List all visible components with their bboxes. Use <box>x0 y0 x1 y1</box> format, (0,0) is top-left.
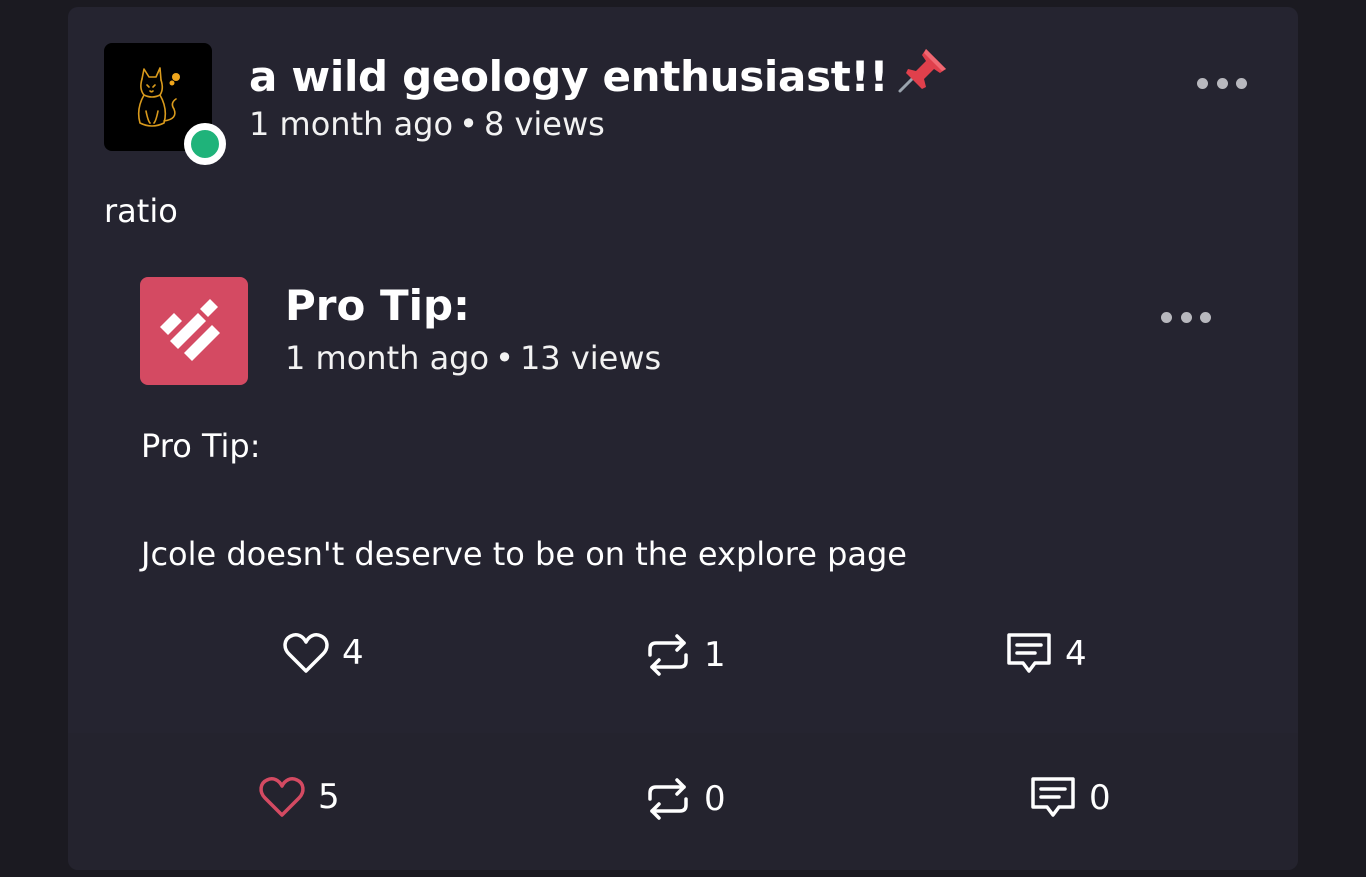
online-status-indicator <box>184 123 226 165</box>
slashes-logo-icon <box>160 299 220 361</box>
more-dot-icon <box>1200 311 1211 323</box>
more-dot-icon <box>1180 311 1192 323</box>
post-body-text: ratio <box>104 192 178 230</box>
quoted-repost-button[interactable]: 1 <box>644 631 726 679</box>
quoted-post-time: 1 month ago <box>285 339 490 377</box>
quoted-post-meta: 1 month ago • 13 views <box>285 339 661 377</box>
post-time: 1 month ago <box>249 105 454 143</box>
comment-icon <box>1031 777 1075 817</box>
like-count: 5 <box>318 777 340 817</box>
quoted-post-more-options-button[interactable] <box>1161 307 1211 327</box>
quoted-repost-count: 1 <box>704 635 726 675</box>
post-card: a wild geology enthusiast!! 1 month ago •… <box>68 7 1298 870</box>
more-dot-icon <box>1161 311 1172 323</box>
quoted-comment-count: 4 <box>1065 634 1087 674</box>
repost-icon <box>648 778 688 820</box>
quoted-post-views: 13 views <box>519 339 662 377</box>
post-author-name[interactable]: a wild geology enthusiast!! <box>249 45 950 105</box>
comment-button[interactable]: 0 <box>1029 775 1111 821</box>
more-dot-icon <box>1236 77 1247 89</box>
meta-separator: • <box>459 105 478 143</box>
repost-button[interactable]: 0 <box>644 775 726 823</box>
quoted-post-body-line1: Pro Tip: <box>141 427 261 465</box>
cat-doodle-icon <box>137 67 180 127</box>
post-views: 8 views <box>483 105 605 143</box>
comment-icon <box>1007 633 1051 673</box>
repost-icon <box>648 634 688 676</box>
quoted-author-avatar[interactable] <box>140 277 248 385</box>
quoted-comment-button[interactable]: 4 <box>1005 631 1087 677</box>
quoted-post-body-line2: Jcole doesn't deserve to be on the explo… <box>141 535 907 573</box>
author-name-text: a wild geology enthusiast!! <box>249 52 889 101</box>
more-dot-icon <box>1216 77 1228 89</box>
post-meta: 1 month ago • 8 views <box>249 105 605 143</box>
meta-separator: • <box>495 339 514 377</box>
quoted-like-button[interactable]: 4 <box>282 631 364 675</box>
comment-count: 0 <box>1089 778 1111 818</box>
heart-icon <box>283 633 329 673</box>
pushpin-icon <box>896 45 950 105</box>
like-button[interactable]: 5 <box>258 775 340 819</box>
post-action-bar: 5 0 0 <box>68 733 1298 870</box>
quoted-like-count: 4 <box>342 633 364 673</box>
post-more-options-button[interactable] <box>1197 73 1247 93</box>
repost-count: 0 <box>704 779 726 819</box>
quoted-author-name[interactable]: Pro Tip: <box>285 281 470 330</box>
more-dot-icon <box>1197 77 1208 89</box>
heart-icon <box>259 777 305 817</box>
